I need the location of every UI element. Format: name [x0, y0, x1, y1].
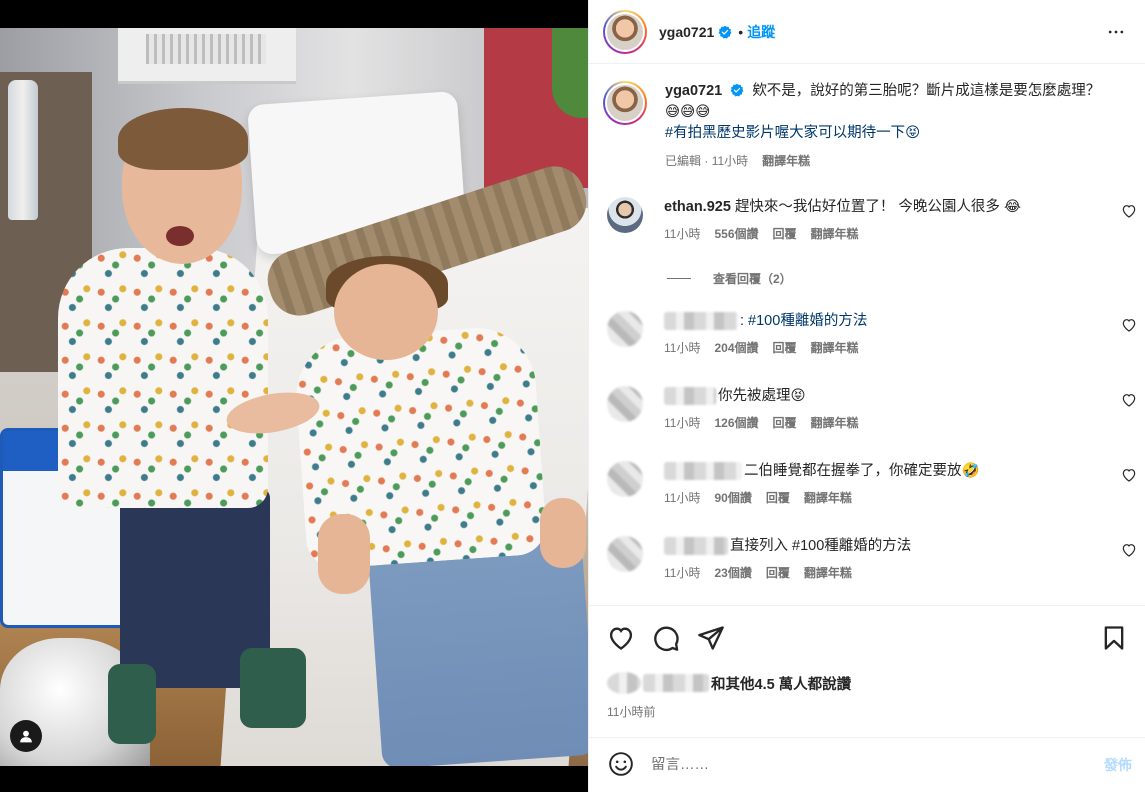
comment-text: 二伯睡覺都在握拳了，你確定要放🤣	[744, 463, 980, 479]
header-dot-separator: •	[738, 23, 744, 40]
post-header: yga0721 • 追蹤	[589, 0, 1145, 64]
verified-badge-icon	[718, 25, 732, 38]
comment-bubble-icon[interactable]	[652, 624, 680, 652]
comment-avatar[interactable]	[607, 386, 643, 422]
comment-time: 11小時	[664, 566, 701, 580]
comment-like-heart-icon[interactable]	[1121, 467, 1137, 483]
comment-item: 你先被處理😝 11小時 126個讚 回覆 翻譯年糕	[607, 386, 1137, 433]
follow-button[interactable]: 追蹤	[747, 22, 775, 42]
comment-input[interactable]	[651, 757, 1071, 773]
comment-item: ethan.925 趕快來～我佔好位置了！ 今晚公園人很多 😂 11小時 556個…	[607, 197, 1137, 244]
likes-summary-text: 和其他4.5 萬人都說讚	[711, 676, 852, 693]
comment-text: 趕快來～我佔好位置了！ 今晚公園人很多 😂	[734, 199, 1021, 215]
view-replies-button[interactable]: 查看回覆（2）	[667, 270, 792, 287]
comment-item: 直接列入 #100種離婚的方法 11小時 23個讚 回覆 翻譯年糕	[607, 536, 1137, 583]
comment-username-redacted[interactable]	[664, 537, 728, 556]
post-timestamp[interactable]: 11小時前	[607, 703, 655, 720]
comment-item: 二伯睡覺都在握拳了，你確定要放🤣 11小時 90個讚 回覆 翻譯年糕	[607, 461, 1137, 508]
caption-time: 11小時	[711, 154, 749, 168]
comment-item: : #100種離婚的方法 11小時 204個讚 回覆 翻譯年糕	[607, 311, 1137, 358]
post-actions: 和其他4.5 萬人都說讚 11小時前	[589, 605, 1145, 737]
comment-username-redacted[interactable]	[664, 462, 742, 481]
share-paper-plane-icon[interactable]	[697, 624, 725, 652]
post-comment-button[interactable]: 發佈	[1104, 755, 1132, 775]
caption-author-avatar[interactable]	[603, 81, 647, 125]
view-replies-label: 查看回覆（2）	[713, 272, 792, 286]
caption-username[interactable]: yga0721	[665, 83, 722, 99]
comment-likes[interactable]: 23個讚	[714, 563, 751, 583]
comment-translate-button[interactable]: 翻譯年糕	[811, 413, 859, 433]
comment-likes[interactable]: 90個讚	[714, 488, 751, 508]
comment-avatar[interactable]	[607, 536, 643, 572]
comment-translate-button[interactable]: 翻譯年糕	[804, 563, 852, 583]
caption-hashtag[interactable]: #有拍黑歷史影片喔大家可以期待一下😝	[665, 125, 920, 141]
comment-reply-button[interactable]: 回覆	[773, 224, 797, 244]
liker-avatar-redacted[interactable]	[607, 672, 641, 694]
caption-translate-button[interactable]: 翻譯年糕	[762, 151, 810, 172]
post-photo	[0, 28, 588, 766]
comment-time: 11小時	[664, 341, 701, 355]
comment-likes[interactable]: 126個讚	[714, 413, 758, 433]
more-options-icon[interactable]	[1100, 16, 1132, 48]
caption-meta: 已編輯 · 11小時 翻譯年糕	[665, 151, 1109, 172]
caption-edited-label: 已編輯	[665, 154, 702, 168]
photo-air-conditioner	[118, 28, 296, 84]
post-media[interactable]	[0, 0, 588, 792]
comment-time: 11小時	[664, 227, 701, 241]
comment-avatar[interactable]	[607, 197, 643, 233]
comment-translate-button[interactable]: 翻譯年糕	[811, 338, 859, 358]
comment-avatar[interactable]	[607, 311, 643, 347]
comment-likes[interactable]: 556個讚	[714, 224, 758, 244]
comment-time: 11小時	[664, 491, 701, 505]
comment-reply-button[interactable]: 回覆	[766, 563, 790, 583]
emoji-smiley-icon[interactable]	[607, 751, 635, 779]
comments-list[interactable]: yga0721 欸不是，說好的第三胎呢？斷片成這樣是要怎麼處理？😅😅😅 #有拍黑…	[589, 65, 1145, 605]
comment-text: : #100種離婚的方法	[740, 313, 868, 329]
comment-reply-button[interactable]: 回覆	[766, 488, 790, 508]
comment-text: 直接列入 #100種離婚的方法	[730, 538, 912, 554]
save-bookmark-icon[interactable]	[1100, 624, 1128, 652]
comment-like-heart-icon[interactable]	[1121, 392, 1137, 408]
comment-avatar[interactable]	[607, 461, 643, 497]
author-avatar[interactable]	[603, 9, 647, 54]
comment-like-heart-icon[interactable]	[1121, 203, 1137, 219]
comment-username-redacted[interactable]	[664, 312, 738, 331]
caption-verified-badge-icon	[730, 83, 744, 97]
add-comment-bar: 發佈	[589, 737, 1145, 792]
photo-water-bottle	[8, 80, 38, 220]
comment-like-heart-icon[interactable]	[1121, 542, 1137, 558]
user-tag-icon[interactable]	[10, 720, 42, 752]
comment-text: 你先被處理😝	[718, 388, 806, 404]
comment-translate-button[interactable]: 翻譯年糕	[804, 488, 852, 508]
liker-username-redacted[interactable]	[643, 674, 709, 692]
comment-time: 11小時	[664, 416, 701, 430]
comment-username-redacted[interactable]	[664, 387, 716, 406]
like-heart-icon[interactable]	[607, 624, 635, 652]
comment-translate-button[interactable]: 翻譯年糕	[811, 224, 859, 244]
post-side-panel: yga0721 • 追蹤 yga0721 欸不是，說好的第三胎呢？斷片成這樣是要…	[588, 0, 1145, 792]
post-caption: yga0721 欸不是，說好的第三胎呢？斷片成這樣是要怎麼處理？😅😅😅 #有拍黑…	[603, 81, 1133, 172]
photo-green-prop	[552, 28, 588, 118]
author-username[interactable]: yga0721	[659, 24, 714, 40]
comment-reply-button[interactable]: 回覆	[773, 413, 797, 433]
likes-summary[interactable]: 和其他4.5 萬人都說讚	[607, 672, 851, 694]
comment-username[interactable]: ethan.925	[664, 199, 731, 215]
comment-like-heart-icon[interactable]	[1121, 317, 1137, 333]
comment-reply-button[interactable]: 回覆	[773, 338, 797, 358]
comment-likes[interactable]: 204個讚	[714, 338, 758, 358]
